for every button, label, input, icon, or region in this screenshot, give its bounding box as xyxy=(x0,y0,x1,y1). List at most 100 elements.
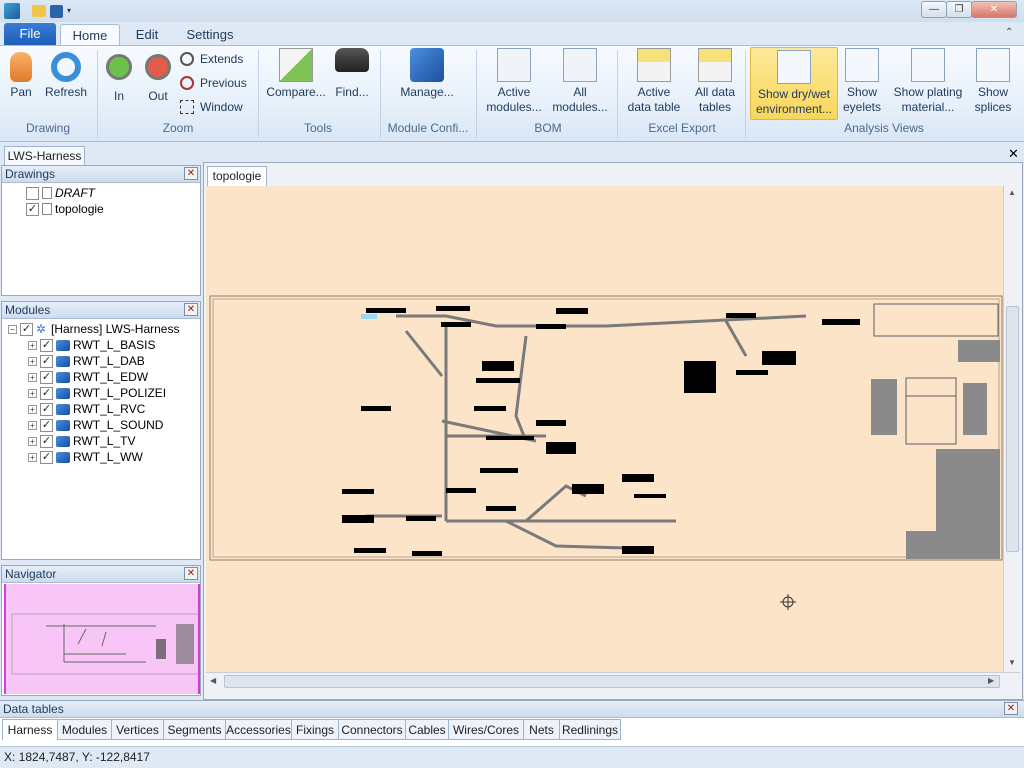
module-root[interactable]: − ✓ ✲ [Harness] LWS-Harness xyxy=(8,321,179,337)
dry-wet-analysis-icon xyxy=(777,50,811,84)
show-eyelets-button[interactable]: Show eyelets xyxy=(842,48,882,115)
tab-home[interactable]: Home xyxy=(60,24,120,46)
checkbox[interactable]: ✓ xyxy=(20,322,33,336)
maximize-button[interactable]: ❐ xyxy=(946,1,972,18)
refresh-button[interactable]: Refresh xyxy=(43,48,89,100)
checkbox[interactable]: ✓ xyxy=(40,450,53,464)
data-table-tab[interactable]: Cables xyxy=(405,719,449,740)
close-document-icon[interactable]: ✕ xyxy=(1008,146,1019,162)
checkbox[interactable]: ✓ xyxy=(40,418,53,432)
data-table-tab[interactable]: Harness xyxy=(2,719,58,740)
drawings-title: Drawings xyxy=(5,167,56,181)
expand-icon[interactable]: + xyxy=(28,436,37,446)
module-item[interactable]: + ✓ RWT_L_BASIS xyxy=(28,337,155,353)
scroll-up-icon[interactable]: ▲ xyxy=(1008,188,1016,197)
document-tab-lws-harness[interactable]: LWS-Harness xyxy=(4,146,85,165)
scroll-left-icon[interactable]: ◀ xyxy=(210,676,216,685)
checkbox[interactable]: ✓ xyxy=(40,402,53,416)
ribbon-separator xyxy=(97,50,98,138)
manage-button[interactable]: Manage... xyxy=(398,48,456,100)
close-navigator-icon[interactable]: ✕ xyxy=(184,567,198,580)
data-table-tab[interactable]: Segments xyxy=(163,719,226,740)
expand-icon[interactable]: + xyxy=(28,340,37,350)
checkbox[interactable]: ✓ xyxy=(40,338,53,352)
open-folder-icon[interactable] xyxy=(32,5,46,17)
window-button[interactable]: Window xyxy=(180,100,243,114)
active-modules-button[interactable]: Active modules... xyxy=(484,48,544,115)
data-table-tab[interactable]: Wires/Cores xyxy=(448,719,524,740)
all-data-tables-button[interactable]: All data tables xyxy=(690,48,740,115)
excel-export-all-icon xyxy=(698,48,732,82)
drawing-item-draft[interactable]: DRAFT xyxy=(26,185,95,201)
close-data-tables-icon[interactable]: ✕ xyxy=(1004,702,1018,715)
data-table-tab[interactable]: Fixings xyxy=(291,719,339,740)
expand-icon[interactable]: + xyxy=(28,388,37,398)
pan-button[interactable]: Pan xyxy=(5,48,37,100)
save-icon[interactable] xyxy=(50,4,63,18)
harness-icon: ✲ xyxy=(36,322,47,336)
previous-button[interactable]: Previous xyxy=(180,76,247,90)
checkbox[interactable]: ✓ xyxy=(40,370,53,384)
module-item[interactable]: + ✓ RWT_L_POLIZEI xyxy=(28,385,166,401)
status-bar: X: 1824,7487, Y: -122,8417 xyxy=(0,746,1024,768)
expand-icon[interactable]: + xyxy=(28,404,37,414)
collapse-ribbon-icon[interactable]: ⌃ xyxy=(1005,27,1013,38)
document-icon xyxy=(42,187,52,199)
horizontal-scrollbar[interactable]: ◀ ▶ xyxy=(206,672,1020,691)
tab-settings[interactable]: Settings xyxy=(184,24,236,46)
expand-icon[interactable]: + xyxy=(28,372,37,382)
data-table-tab[interactable]: Connectors xyxy=(338,719,406,740)
all-modules-button[interactable]: All modules... xyxy=(550,48,610,115)
module-item[interactable]: + ✓ RWT_L_TV xyxy=(28,433,135,449)
vertical-scroll-thumb[interactable] xyxy=(1006,306,1019,552)
zoom-in-button[interactable]: In xyxy=(104,48,134,104)
show-splices-button[interactable]: Show splices xyxy=(972,48,1014,115)
checkbox[interactable]: ✓ xyxy=(40,386,53,400)
active-data-table-button[interactable]: Active data table xyxy=(624,48,684,115)
expand-icon[interactable]: + xyxy=(28,452,37,462)
ribbon-separator xyxy=(258,50,259,138)
quick-access-toolbar: ▾ xyxy=(4,3,75,19)
checkbox[interactable]: ✓ xyxy=(40,354,53,368)
ribbon-separator xyxy=(745,50,746,138)
module-item[interactable]: + ✓ RWT_L_EDW xyxy=(28,369,148,385)
data-table-tab[interactable]: Redlinings xyxy=(559,719,621,740)
expand-icon[interactable]: + xyxy=(28,420,37,430)
file-tab[interactable]: File xyxy=(4,23,56,45)
close-drawings-icon[interactable]: ✕ xyxy=(184,167,198,180)
expand-icon[interactable]: + xyxy=(28,356,37,366)
drawing-canvas[interactable] xyxy=(206,186,1003,672)
horizontal-scroll-thumb[interactable] xyxy=(224,675,1000,688)
navigator-preview[interactable] xyxy=(4,584,200,694)
module-item[interactable]: + ✓ RWT_L_RVC xyxy=(28,401,145,417)
tab-edit[interactable]: Edit xyxy=(128,24,166,46)
data-table-tab[interactable]: Modules xyxy=(57,719,112,740)
module-cubes-icon xyxy=(56,371,70,383)
show-dry-wet-button[interactable]: Show dry/wet environment... xyxy=(750,47,838,120)
close-window-button[interactable]: ✕ xyxy=(971,1,1017,18)
canvas-tab-topologie[interactable]: topologie xyxy=(207,166,267,186)
module-item[interactable]: + ✓ RWT_L_SOUND xyxy=(28,417,163,433)
module-item[interactable]: + ✓ RWT_L_WW xyxy=(28,449,143,465)
extends-button[interactable]: Extends xyxy=(180,52,243,66)
compare-button[interactable]: Compare... xyxy=(266,48,326,100)
scroll-right-icon[interactable]: ▶ xyxy=(988,676,994,685)
checkbox[interactable]: ✓ xyxy=(40,434,53,448)
collapse-icon[interactable]: − xyxy=(8,324,17,334)
close-modules-icon[interactable]: ✕ xyxy=(184,303,198,316)
vertical-scrollbar[interactable]: ▲ ▼ xyxy=(1003,186,1020,672)
minimize-button[interactable]: — xyxy=(921,1,947,18)
data-table-tab[interactable]: Nets xyxy=(523,719,560,740)
checkbox[interactable]: ✓ xyxy=(26,202,39,216)
ribbon-separator xyxy=(380,50,381,138)
show-plating-button[interactable]: Show plating material... xyxy=(890,48,966,115)
data-table-tab[interactable]: Accessories xyxy=(225,719,292,740)
scroll-down-icon[interactable]: ▼ xyxy=(1008,658,1016,667)
find-button[interactable]: Find... xyxy=(332,48,372,100)
zoom-out-button[interactable]: Out xyxy=(142,48,174,104)
module-item[interactable]: + ✓ RWT_L_DAB xyxy=(28,353,145,369)
drawing-item-topologie[interactable]: ✓ topologie xyxy=(26,201,104,217)
checkbox[interactable] xyxy=(26,186,39,200)
data-table-tab[interactable]: Vertices xyxy=(111,719,164,740)
customize-qat-icon[interactable]: ▾ xyxy=(67,3,75,19)
